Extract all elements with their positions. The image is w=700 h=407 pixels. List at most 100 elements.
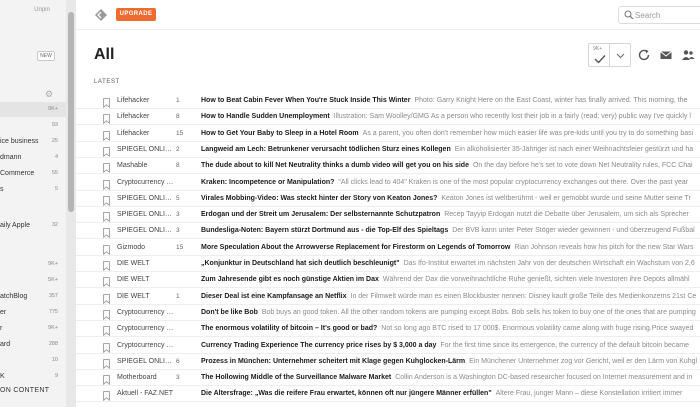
bookmark-icon[interactable] (103, 291, 110, 304)
article-source[interactable]: Lifehacker (117, 92, 173, 108)
sidebar-item[interactable]: ard 288 (0, 337, 66, 352)
bookmark-icon[interactable] (103, 225, 110, 239)
sidebar-item[interactable]: 9K+ (0, 102, 66, 117)
article-entry[interactable]: The Hollowing Middle of the Surveillance… (201, 369, 692, 385)
article-title[interactable]: Bundesliga-Noten: Bayern stürzt Dortmund… (201, 227, 448, 234)
article-source[interactable]: Motherboard (117, 369, 173, 385)
article-title[interactable]: The dude about to kill Net Neutrality th… (201, 162, 469, 169)
bookmark-icon[interactable] (103, 111, 110, 125)
sidebar-item[interactable]: K9 (0, 369, 66, 384)
search-input[interactable] (635, 7, 700, 23)
article-source[interactable]: Mashable (117, 157, 173, 173)
article-entry[interactable]: Currency Trading Experience The currency… (201, 337, 689, 353)
bookmark-icon[interactable] (103, 128, 110, 141)
article-row[interactable]: Cryptocurrency … Kraken: Incompetence or … (76, 174, 700, 191)
sidebar-item[interactable]: atchBlog 357 (0, 289, 66, 304)
article-row[interactable]: DIE WELT „Konjunktur in Deutschland hat s… (76, 255, 700, 272)
people-icon[interactable] (681, 48, 695, 62)
mark-as-read-dropdown[interactable] (609, 43, 631, 67)
article-title[interactable]: Die Altersfrage: „Was die reifere Frau e… (201, 390, 492, 397)
scroll-thumb[interactable] (68, 12, 74, 212)
article-entry[interactable]: Zum Jahresende gibt es noch günstige Akt… (201, 271, 690, 287)
gear-icon[interactable]: ⚙ (45, 89, 55, 99)
article-row[interactable]: Lifehacker 8 How to Handle Sudden Unemploy… (76, 108, 700, 126)
bookmark-icon[interactable] (103, 144, 110, 157)
article-entry[interactable]: Die Altersfrage: „Was die reifere Frau e… (201, 385, 682, 401)
sidebar-item[interactable]: Commerce 55 (0, 166, 66, 181)
article-title[interactable]: Currency Trading Experience The currency… (201, 342, 436, 349)
sidebar-item[interactable]: er 775 (0, 305, 66, 320)
bookmark-icon[interactable] (103, 307, 110, 320)
unpin-button[interactable]: Unpin (30, 4, 54, 16)
article-source[interactable]: DIE WELT (117, 271, 173, 287)
bookmark-icon[interactable] (103, 372, 110, 386)
sidebar-item[interactable]: 5K+ (0, 273, 66, 288)
article-title[interactable]: How to Get Your Baby to Sleep in a Hotel… (201, 130, 359, 137)
refresh-icon[interactable] (637, 48, 651, 62)
sidebar-item[interactable]: 93 (0, 118, 66, 133)
article-source[interactable]: DIE WELT (117, 255, 173, 271)
article-title[interactable]: Zum Jahresende gibt es noch günstige Akt… (201, 276, 379, 283)
article-row[interactable]: Mashable 8 The dude about to kill Net Neut… (76, 157, 700, 175)
article-title[interactable]: The Hollowing Middle of the Surveillance… (201, 374, 391, 381)
article-row[interactable]: Cryptocurrency … Currency Trading Experie… (76, 337, 700, 354)
article-row[interactable]: DIE WELT 1 Dieser Deal ist eine Kampfansag… (76, 288, 700, 305)
article-row[interactable]: SPIEGEL ONLI… 2 Langweid am Lech: Betrunke… (76, 141, 700, 158)
article-entry[interactable]: The dude about to kill Net Neutrality th… (201, 157, 693, 173)
article-entry[interactable]: Bundesliga-Noten: Bayern stürzt Dortmund… (201, 222, 695, 238)
article-source[interactable]: Aktuell - FAZ.NET (117, 385, 173, 401)
article-entry[interactable]: How to Handle Sudden Unemployment Illustr… (201, 108, 691, 124)
article-source[interactable]: SPIEGEL ONLI… (117, 190, 173, 206)
article-source[interactable]: DIE WELT (117, 288, 173, 304)
bookmark-icon[interactable] (103, 95, 110, 108)
article-row[interactable]: Lifehacker 15 How to Get Your Baby to Slee… (76, 125, 700, 142)
article-entry[interactable]: The enormous volatility of bitcoin – It'… (201, 320, 693, 336)
bookmark-icon[interactable] (103, 340, 110, 353)
article-row[interactable]: Gizmodo 15 More Speculation About the Arro… (76, 239, 700, 256)
mark-as-read-button[interactable]: 9K+ (588, 43, 610, 67)
article-source[interactable]: SPIEGEL ONLI… (117, 222, 173, 238)
article-entry[interactable]: Don't be like Bob Bob buys an good token.… (201, 304, 696, 320)
article-source[interactable]: Cryptocurrency … (117, 320, 173, 336)
article-entry[interactable]: Dieser Deal ist eine Kampfansage an Netf… (201, 288, 696, 304)
sidebar-item[interactable]: dmann 4 (0, 150, 66, 165)
sidebar-item[interactable]: r 9K+ (0, 321, 66, 336)
article-title[interactable]: The enormous volatility of bitcoin – It'… (201, 325, 377, 332)
article-title[interactable]: „Konjunktur in Deutschland hat sich deut… (201, 260, 400, 267)
new-badge[interactable]: NEW (37, 51, 55, 61)
bookmark-icon[interactable] (103, 323, 110, 337)
article-source[interactable]: Gizmodo (117, 239, 173, 255)
upgrade-button[interactable]: UPGRADE (116, 8, 156, 21)
sidebar-scrollbar[interactable] (66, 0, 76, 407)
article-title[interactable]: Erdogan und der Streit um Jerusalem: Der… (201, 211, 440, 218)
article-title[interactable]: How to Beat Cabin Fever When You're Stuc… (201, 97, 410, 104)
article-title[interactable]: More Speculation About the Arrowverse Re… (201, 244, 510, 251)
article-row[interactable]: SPIEGEL ONLI… 3 Erdogan und der Streit um … (76, 206, 700, 224)
article-source[interactable]: SPIEGEL ONLI… (117, 206, 173, 222)
article-source[interactable]: Lifehacker (117, 125, 173, 141)
article-title[interactable]: Dieser Deal ist eine Kampfansage an Netf… (201, 293, 347, 300)
sidebar-section-content[interactable]: ON CONTENT (0, 387, 49, 394)
article-source[interactable]: Lifehacker (117, 108, 173, 124)
article-row[interactable]: SPIEGEL ONLI… 6 Prozess in München: Untern… (76, 353, 700, 370)
article-source[interactable]: Cryptocurrency … (117, 337, 173, 353)
article-title[interactable]: Kraken: Incompetence or Manipulation? (201, 179, 334, 186)
article-title[interactable]: Langweid am Lech: Betrunkener verursacht… (201, 146, 451, 153)
article-row[interactable]: Cryptocurrency … The enormous volatility … (76, 320, 700, 338)
article-title[interactable]: Virales Mobbing-Video: Was steckt hinter… (201, 195, 437, 202)
article-entry[interactable]: „Konjunktur in Deutschland hat sich deut… (201, 255, 695, 271)
article-row[interactable]: SPIEGEL ONLI… 3 Bundesliga-Noten: Bayern s… (76, 222, 700, 240)
bookmark-icon[interactable] (103, 193, 110, 206)
article-entry[interactable]: Prozess in München: Unternehmer scheiter… (201, 353, 697, 369)
bookmark-icon[interactable] (103, 209, 110, 223)
bookmark-icon[interactable] (103, 356, 110, 369)
article-row[interactable]: Cryptocurrency … Don't be like Bob Bob buy… (76, 304, 700, 321)
article-row[interactable]: Motherboard 3 The Hollowing Middle of the … (76, 369, 700, 387)
sidebar-item[interactable]: 10 (0, 353, 66, 368)
sidebar-item[interactable]: 9K+ (0, 257, 66, 272)
article-source[interactable]: Cryptocurrency … (117, 304, 173, 320)
feedly-logo-icon[interactable] (94, 8, 108, 22)
article-source[interactable]: SPIEGEL ONLI… (117, 141, 173, 157)
article-entry[interactable]: Langweid am Lech: Betrunkener verursacht… (201, 141, 693, 157)
article-row[interactable]: DIE WELT Zum Jahresende gibt es noch güns… (76, 271, 700, 289)
